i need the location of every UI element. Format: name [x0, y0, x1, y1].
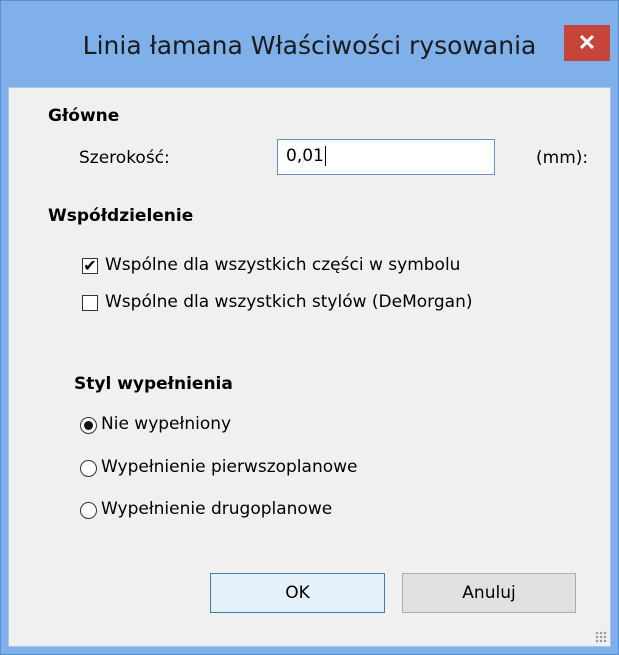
section-sharing-heading: Współdzielenie: [48, 206, 194, 226]
fill-background-radio[interactable]: [80, 502, 97, 519]
fill-none-radio[interactable]: [80, 417, 97, 434]
share-styles-label[interactable]: Wspólne dla wszystkich stylów (DeMorgan): [105, 292, 472, 312]
close-button[interactable]: ✕: [564, 25, 610, 61]
section-general-heading: Główne: [48, 106, 120, 126]
fill-none-label[interactable]: Nie wypełniony: [101, 414, 231, 434]
section-fill-heading: Styl wypełnienia: [74, 374, 233, 394]
checkmark-icon: ✔: [83, 256, 97, 275]
share-parts-checkbox[interactable]: ✔: [82, 258, 98, 274]
fill-foreground-radio[interactable]: [80, 460, 97, 477]
share-styles-checkbox[interactable]: [82, 295, 98, 311]
unit-label: (mm):: [536, 148, 589, 168]
share-parts-label[interactable]: Wspólne dla wszystkich części w symbolu: [105, 255, 460, 275]
resize-grip-icon[interactable]: [595, 631, 607, 643]
cancel-button[interactable]: Anuluj: [402, 573, 576, 613]
ok-button[interactable]: OK: [210, 573, 385, 613]
width-input-value: 0,01: [286, 146, 324, 166]
close-icon: ✕: [577, 30, 597, 55]
dialog-content: Główne Szerokość: 0,01 (mm): Współdziele…: [8, 87, 611, 647]
text-caret: [324, 146, 326, 166]
fill-background-label[interactable]: Wypełnienie drugoplanowe: [101, 499, 332, 519]
width-input[interactable]: 0,01: [277, 139, 495, 175]
width-label: Szerokość:: [79, 148, 170, 168]
dialog-title: Linia łamana Właściwości rysowania: [82, 31, 537, 60]
title-bar[interactable]: Linia łamana Właściwości rysowania ✕: [1, 1, 618, 87]
fill-foreground-label[interactable]: Wypełnienie pierwszoplanowe: [101, 457, 358, 477]
radio-selected-dot: [84, 421, 93, 430]
dialog-window: Linia łamana Właściwości rysowania ✕ Głó…: [0, 0, 619, 655]
